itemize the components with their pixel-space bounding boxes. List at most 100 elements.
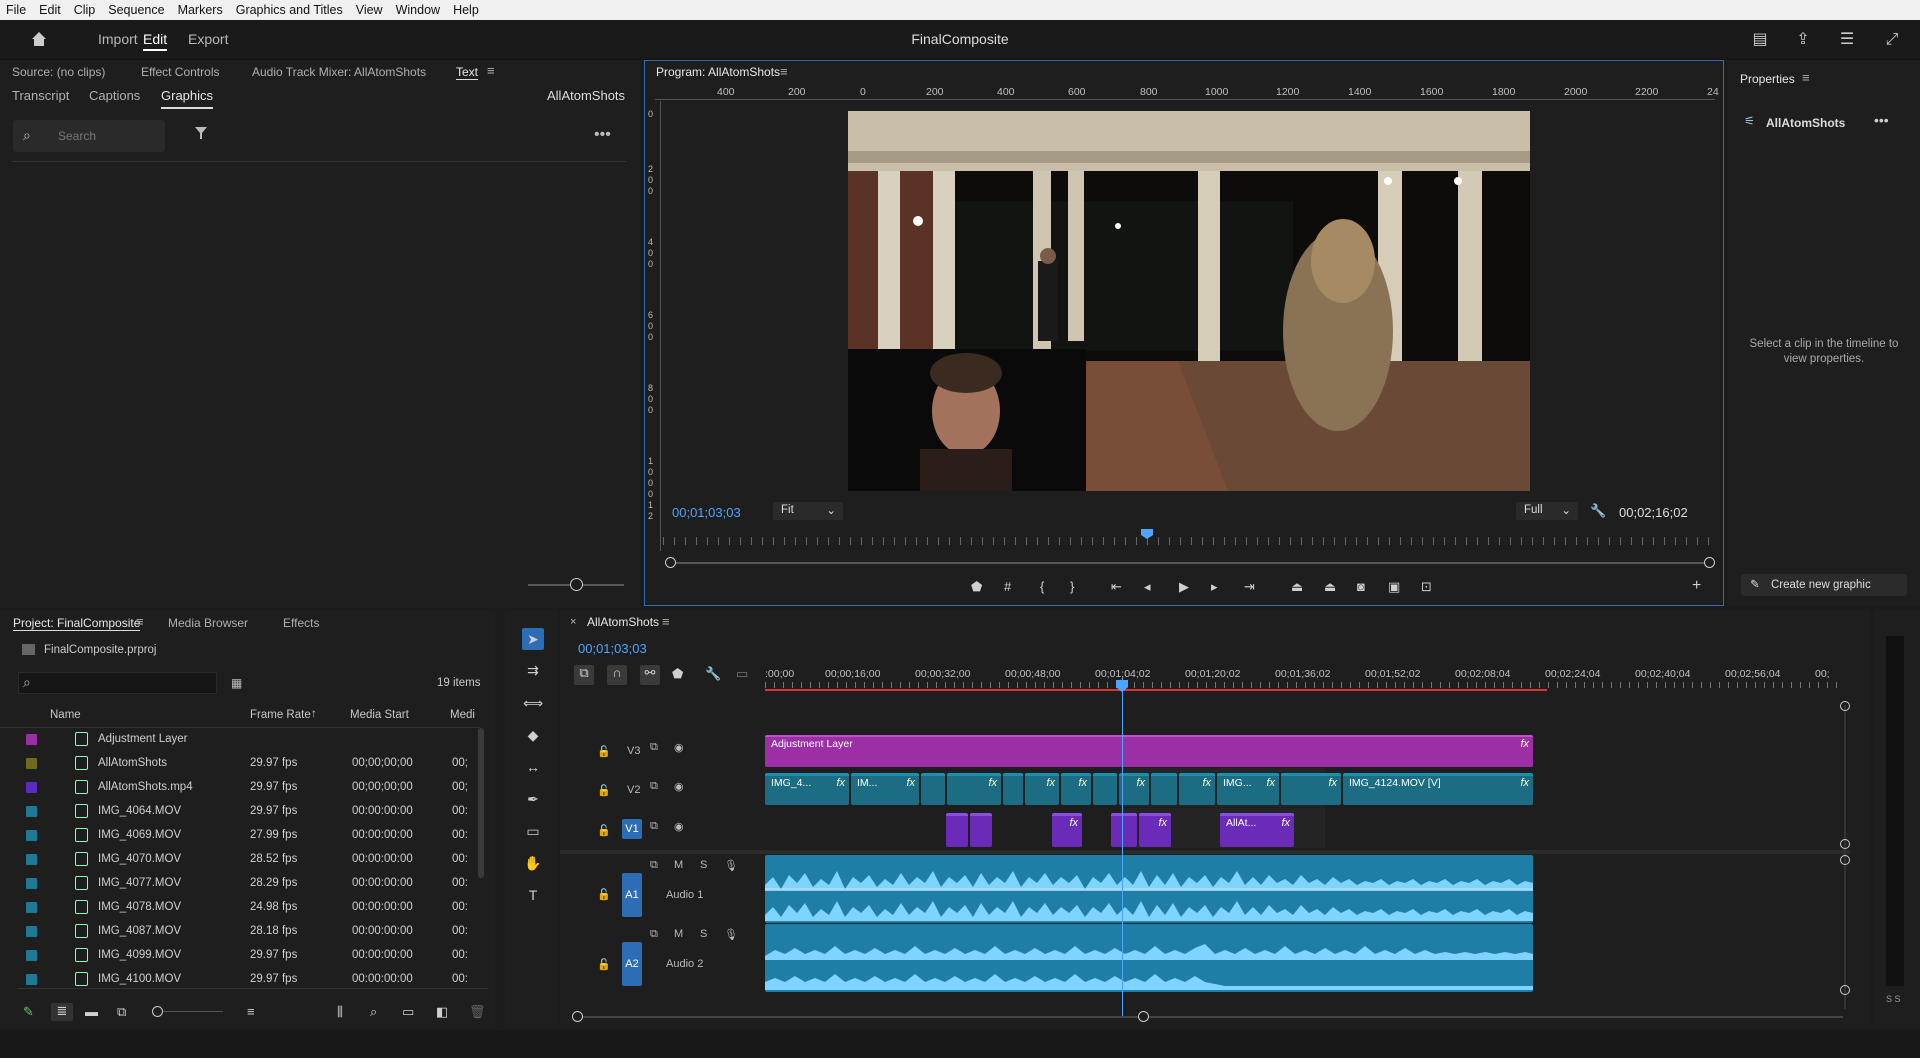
menu-view[interactable]: View <box>356 3 383 17</box>
v2-clip[interactable]: fx <box>1179 773 1215 805</box>
add-marker-icon[interactable]: ⬟ <box>971 579 982 595</box>
track-v1-label[interactable]: V1 <box>622 819 642 839</box>
safe-margins-icon[interactable]: # <box>1004 579 1011 594</box>
a-zoom-handle-bottom[interactable] <box>1840 985 1850 995</box>
label-color-swatch[interactable] <box>26 974 37 985</box>
home-icon[interactable] <box>29 30 49 50</box>
sync-lock-icon[interactable]: ⧉ <box>650 859 658 872</box>
video-frame[interactable] <box>848 111 1530 491</box>
lock-icon[interactable]: 🔓 <box>597 784 611 797</box>
v1-clip[interactable] <box>946 813 968 847</box>
solo-left[interactable]: S S <box>1886 994 1901 1004</box>
menu-file[interactable]: File <box>6 3 26 17</box>
v2-clip[interactable]: fx <box>1025 773 1059 805</box>
more-options-icon[interactable]: ••• <box>594 126 611 144</box>
label-color-swatch[interactable] <box>26 926 37 937</box>
lock-icon[interactable]: 🔓 <box>597 888 611 901</box>
find-icon[interactable]: ⌕ <box>370 1004 377 1020</box>
zoom-dropdown[interactable]: Fit ⌄ <box>773 502 843 520</box>
v2-clip[interactable]: IMG_4... fx <box>765 773 849 805</box>
step-forward-icon[interactable]: ▸ <box>1211 579 1218 595</box>
v-zoom-handle-mid[interactable] <box>1840 839 1850 849</box>
timeline-wrench-icon[interactable]: 🔧 <box>705 666 721 682</box>
project-row[interactable]: IMG_4100.MOV 29.97 fps 00:00:00:00 00: <box>0 968 470 990</box>
microphone-icon[interactable]: 🎙 <box>724 928 738 941</box>
project-row[interactable]: IMG_4099.MOV 29.97 fps 00:00:00:00 00: <box>0 944 470 968</box>
panel-menu-icon[interactable]: ☰ <box>1837 30 1857 50</box>
add-marker-icon[interactable]: ⬟ <box>672 666 683 682</box>
solo-button[interactable]: S <box>700 928 707 940</box>
label-color-swatch[interactable] <box>26 734 37 745</box>
track-v3-label[interactable]: V3 <box>627 745 640 757</box>
col-media-end[interactable]: Medi <box>450 709 475 721</box>
proxy-toggle-icon[interactable]: ⊡ <box>1421 579 1432 595</box>
project-row[interactable]: IMG_4087.MOV 28.18 fps 00:00:00:00 00: <box>0 920 470 944</box>
v2-clip[interactable]: fx <box>1061 773 1091 805</box>
project-scrollbar[interactable] <box>478 728 484 878</box>
microphone-icon[interactable]: 🎙 <box>724 859 738 872</box>
project-row[interactable]: IMG_4064.MOV 29.97 fps 00:00:00:00 00: <box>0 800 470 824</box>
more-options-icon[interactable]: ••• <box>1874 112 1889 128</box>
ripple-edit-icon[interactable]: ⟺ <box>522 692 544 714</box>
nest-toggle-icon[interactable]: ⧉ <box>574 665 594 685</box>
filter-icon[interactable] <box>194 126 208 143</box>
v-zoom-handle-top[interactable] <box>1840 701 1850 711</box>
project-row[interactable]: IMG_4069.MOV 27.99 fps 00:00:00:00 00: <box>0 824 470 848</box>
timeline-tab[interactable]: AllAtomShots <box>587 615 659 629</box>
v1-clip[interactable] <box>970 813 992 847</box>
step-back-icon[interactable]: ◂ <box>1144 579 1151 595</box>
tab-project[interactable]: Project: FinalComposite <box>13 616 141 631</box>
lock-icon[interactable]: 🔓 <box>597 958 611 971</box>
track-select-icon[interactable]: ⇉ <box>522 659 544 681</box>
v2-clip[interactable] <box>1151 773 1177 805</box>
v2-clip[interactable]: fx <box>1281 773 1341 805</box>
linked-selection-icon[interactable]: ⚯ <box>640 665 660 685</box>
eye-icon[interactable]: ◉ <box>674 820 684 833</box>
selection-tool-icon[interactable]: ➤ <box>522 628 544 650</box>
tab-effect-controls[interactable]: Effect Controls <box>141 65 219 79</box>
track-a1-label[interactable]: A1 <box>622 873 642 917</box>
properties-title[interactable]: Properties <box>1740 72 1795 86</box>
track-divider[interactable] <box>560 850 1850 854</box>
create-new-graphic-button[interactable]: ✎ Create new graphic <box>1741 574 1907 596</box>
eye-icon[interactable]: ◉ <box>674 780 684 793</box>
lift-icon[interactable]: ⏏ <box>1291 579 1303 595</box>
v2-clip[interactable]: IMG_4124.MOV [V] fx <box>1343 773 1533 805</box>
sync-lock-icon[interactable]: ⧉ <box>650 928 658 941</box>
nav-edit[interactable]: Edit <box>143 31 168 51</box>
timeline-ruler[interactable]: :00;00 00;00;16;00 00;00;32;00 00;00;48;00 0… <box>765 666 1845 696</box>
v2-clip[interactable]: fx <box>947 773 1001 805</box>
label-color-swatch[interactable] <box>26 854 37 865</box>
sync-lock-icon[interactable]: ⧉ <box>650 820 658 833</box>
col-frame-rate[interactable]: Frame Rate <box>250 709 311 721</box>
snap-icon[interactable]: ∩ <box>607 665 627 685</box>
mark-in-icon[interactable]: { <box>1040 579 1044 594</box>
nav-export[interactable]: Export <box>188 31 228 47</box>
current-timecode[interactable]: 00;01;03;03 <box>672 505 741 520</box>
program-menu-icon[interactable]: ≡ <box>780 64 788 79</box>
razor-icon[interactable]: ◆ <box>522 724 544 746</box>
label-color-swatch[interactable] <box>26 878 37 889</box>
project-row[interactable]: IMG_4077.MOV 28.29 fps 00:00:00:00 00: <box>0 872 470 896</box>
track-a2-label[interactable]: A2 <box>622 942 642 986</box>
zoom-slider[interactable] <box>163 1011 223 1012</box>
workspaces-icon[interactable]: ▤ <box>1750 30 1770 50</box>
v2-clip[interactable]: IM... fx <box>851 773 919 805</box>
col-name[interactable]: Name <box>50 709 81 721</box>
label-color-swatch[interactable] <box>26 902 37 913</box>
timeline-playhead[interactable] <box>1122 678 1123 1018</box>
a-zoom-handle-top[interactable] <box>1840 855 1850 865</box>
navigator-bar[interactable] <box>670 562 1710 564</box>
col-media-start[interactable]: Media Start <box>350 709 409 721</box>
slip-icon[interactable]: ↔ <box>522 756 544 778</box>
lock-icon[interactable]: 🔓 <box>597 745 611 758</box>
mute-button[interactable]: M <box>674 859 683 871</box>
search-box[interactable]: ⌕ Search <box>13 120 165 152</box>
audio1-clip[interactable] <box>765 855 1533 923</box>
tab-audio-mixer[interactable]: Audio Track Mixer: AllAtomShots <box>252 65 426 79</box>
properties-menu-icon[interactable]: ≡ <box>1802 70 1810 85</box>
zoom-slider-handle[interactable] <box>570 578 583 591</box>
v2-clip[interactable] <box>1003 773 1023 805</box>
extract-icon[interactable]: ⏏ <box>1324 579 1336 595</box>
v1-clip[interactable]: fx <box>1139 813 1171 847</box>
